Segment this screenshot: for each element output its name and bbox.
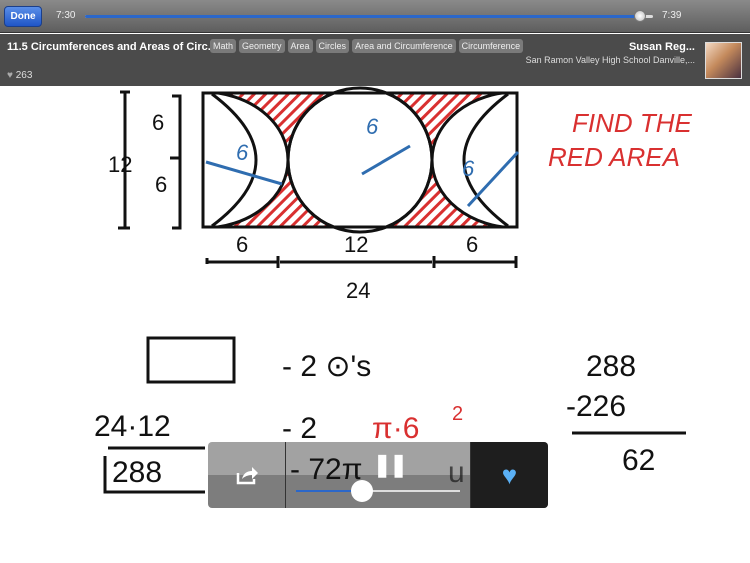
- pause-button[interactable]: ❚❚: [373, 452, 408, 478]
- total-time: 7:39: [662, 10, 682, 21]
- label-dim: 24: [346, 278, 370, 303]
- label-dim: 12: [344, 232, 368, 257]
- likes-value: 263: [15, 70, 33, 81]
- heart-icon: ♥: [501, 459, 518, 490]
- share-button[interactable]: [208, 442, 286, 508]
- heart-icon: ♥: [7, 70, 13, 81]
- top-bar: Done 7:30 7:39: [0, 0, 750, 33]
- scrubber-knob[interactable]: [633, 10, 646, 22]
- eq-line2-mid: - 2: [282, 412, 317, 445]
- label-dim: 12: [108, 152, 132, 177]
- video-title: 11.5 Circumferences and Areas of Circ...: [7, 41, 217, 53]
- sub-mid: -226: [566, 390, 626, 423]
- eq-line2-left: 24·12: [94, 410, 171, 443]
- sub-result: 62: [622, 444, 655, 477]
- scrubber[interactable]: [85, 10, 653, 22]
- favorite-button[interactable]: ♥: [471, 442, 548, 508]
- tag-list: Math Geometry Area Circles Area and Circ…: [210, 39, 524, 53]
- likes-count: ♥ 263: [7, 70, 32, 81]
- sub-top: 288: [586, 350, 636, 383]
- pause-icon: ❚❚: [373, 452, 408, 477]
- play-volume-area: ❚❚: [286, 442, 471, 508]
- author-school: San Ramon Valley High School Danville,..…: [525, 55, 695, 65]
- label-dim: 6: [155, 172, 167, 197]
- label-dim: 6: [152, 110, 164, 135]
- author-name[interactable]: Susan Reg...: [629, 41, 695, 53]
- heading-red-area: RED AREA: [548, 142, 680, 172]
- volume-knob[interactable]: [350, 480, 373, 502]
- eq-line3-left: 288: [112, 456, 162, 489]
- scrubber-fill: [85, 15, 642, 18]
- avatar[interactable]: [705, 42, 742, 79]
- playback-controls: ❚❚ ♥: [208, 442, 548, 508]
- tag[interactable]: Geometry: [239, 39, 285, 53]
- eq-line2-pi: π·6: [372, 412, 419, 445]
- label-radius: 6: [366, 114, 379, 139]
- label-radius: 6: [236, 140, 249, 165]
- heading-find: FIND THE: [572, 108, 693, 138]
- volume-slider[interactable]: [296, 480, 460, 502]
- video-info-bar: 11.5 Circumferences and Areas of Circ...…: [0, 34, 750, 86]
- label-dim: 6: [236, 232, 248, 257]
- elapsed-time: 7:30: [56, 10, 76, 21]
- tag[interactable]: Circumference: [458, 39, 524, 53]
- tag[interactable]: Area and Circumference: [352, 39, 456, 53]
- share-icon: [236, 467, 258, 485]
- eq-line1: - 2 ⊙'s: [282, 350, 371, 383]
- done-button[interactable]: Done: [4, 6, 42, 27]
- tag[interactable]: Area: [287, 39, 313, 53]
- eq-exponent: 2: [452, 403, 463, 425]
- tag[interactable]: Math: [210, 39, 237, 53]
- tag[interactable]: Circles: [315, 39, 350, 53]
- label-radius: 6: [462, 156, 475, 181]
- label-dim: 6: [466, 232, 478, 257]
